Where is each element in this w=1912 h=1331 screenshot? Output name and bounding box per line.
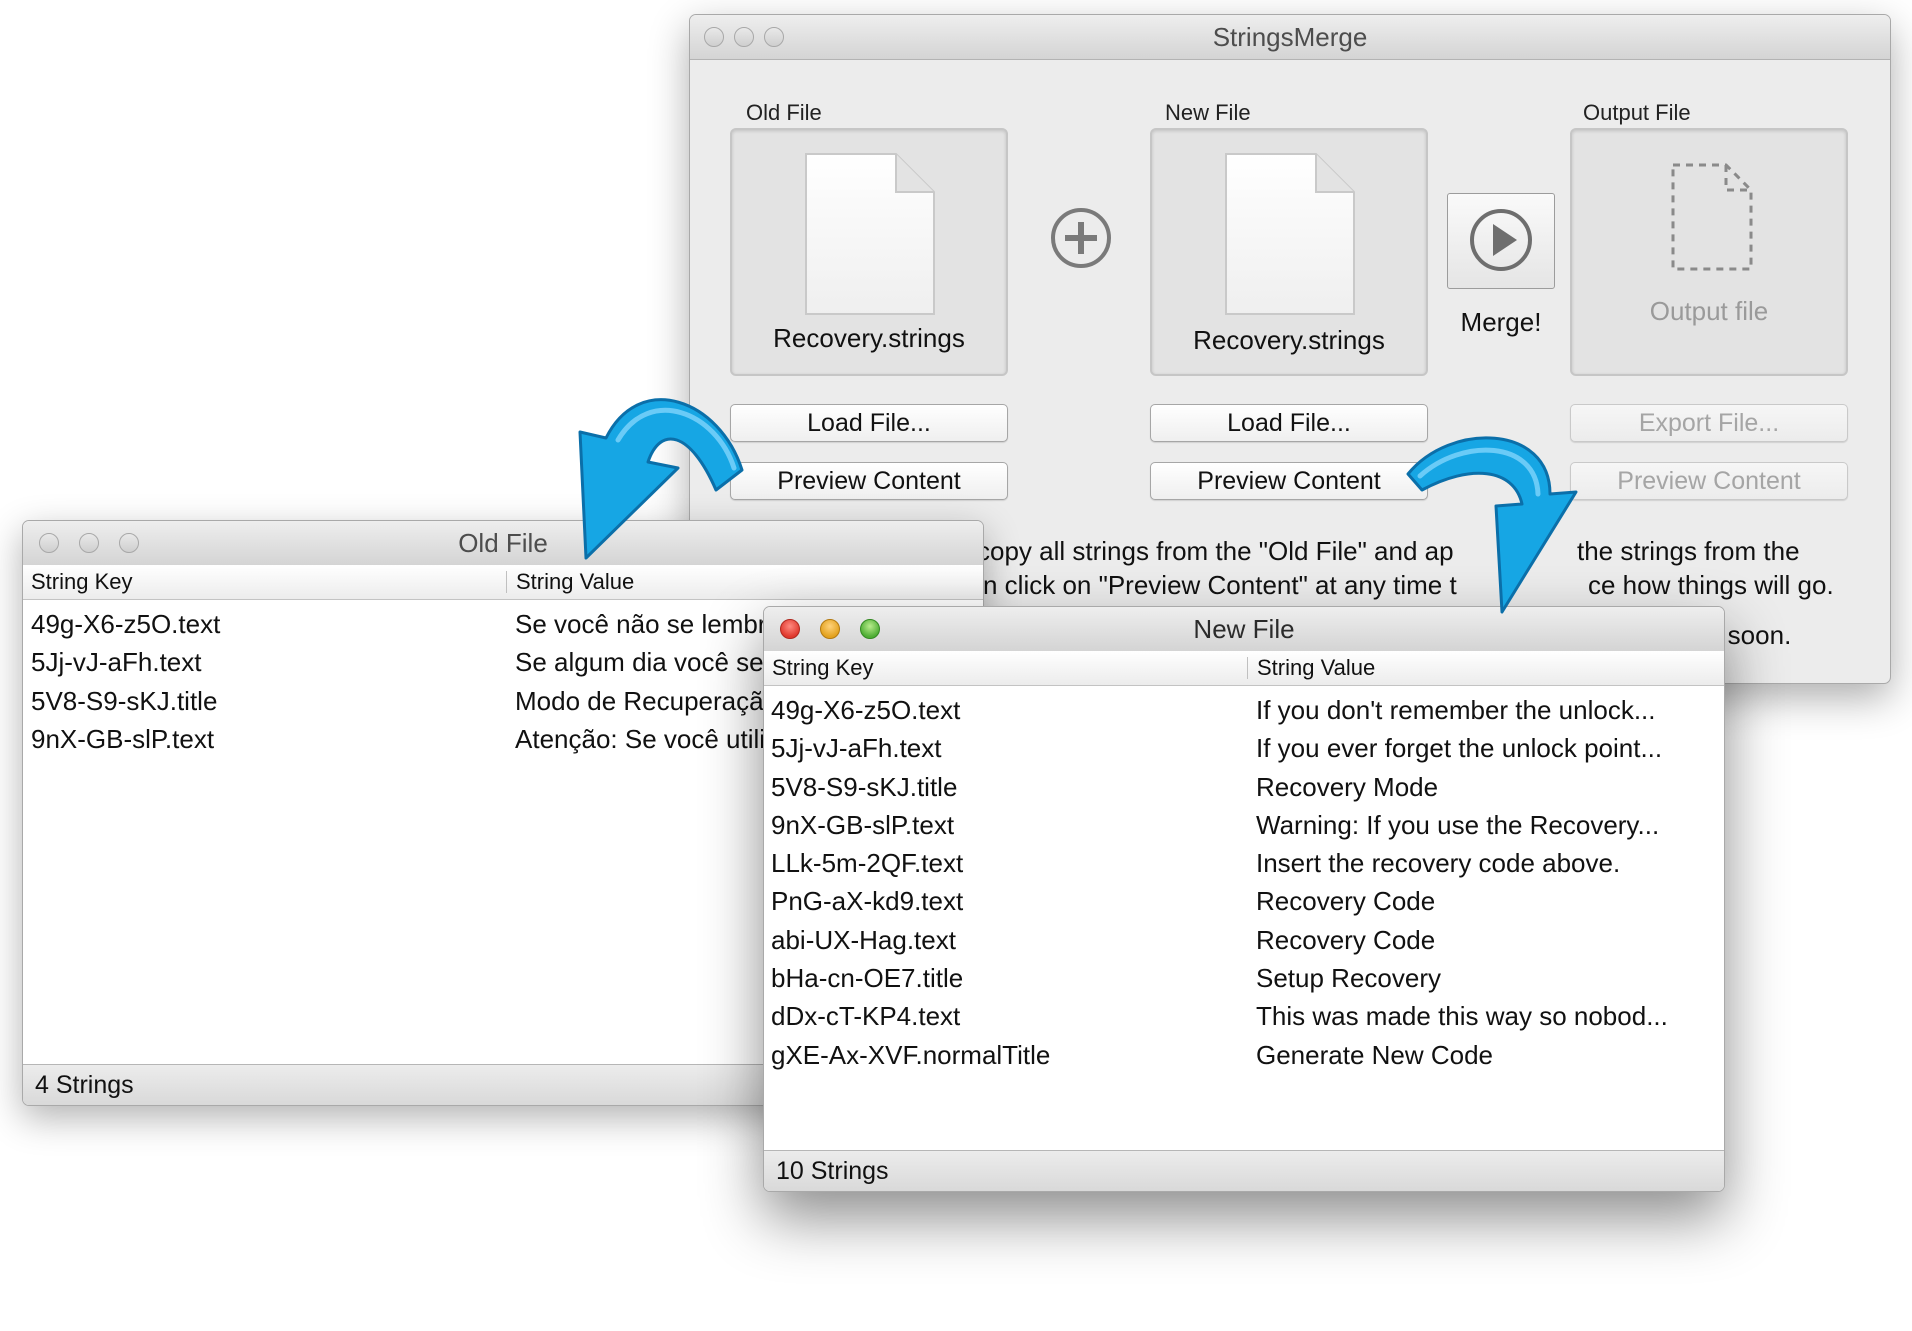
row-key: 9nX-GB-slP.text [31,723,215,754]
document-icon [1225,153,1355,315]
description-text: n click on "Preview Content" at any time… [983,570,1457,600]
window-title: Old File [458,528,548,558]
row-key: 9nX-GB-slP.text [771,809,955,840]
merge-button[interactable] [1447,193,1555,289]
row-value: This was made this way so nobod... [1256,1001,1668,1032]
row-value: Warning: If you use the Recovery... [1256,809,1660,840]
row-key: dDx-cT-KP4.text [771,1001,961,1032]
plus-icon [1051,208,1111,268]
output-preview-content-button[interactable]: Preview Content [1570,462,1848,500]
table-row[interactable]: 49g-X6-z5O.text If you don't remember the… [764,691,1724,729]
row-key: 5Jj-vJ-aFh.text [31,647,202,678]
row-key: 49g-X6-z5O.text [771,695,961,725]
titlebar: StringsMerge [690,15,1890,60]
row-value: Atenção: Se você utilizar [515,723,765,754]
merge-label: Merge! [1460,307,1542,337]
output-file-label: Output File [1583,100,1691,125]
row-value: If you ever forget the unlock point... [1256,733,1663,764]
column-separator[interactable] [1247,657,1248,679]
row-value: Se você não se lembrar [515,609,765,639]
table-header: String Key String Value [23,565,983,600]
document-icon [805,153,935,315]
table-row[interactable]: LLk-5m-2QF.text Insert the recovery code … [764,844,1724,882]
row-key: 5V8-S9-sKJ.title [31,685,218,716]
window-title: StringsMerge [1212,22,1368,52]
old-file-name: Recovery.strings [773,323,965,353]
row-key: 49g-X6-z5O.text [31,609,221,639]
table-row[interactable]: 9nX-GB-slP.text Warning: If you use the R… [764,806,1724,844]
new-preview-content-button[interactable]: Preview Content [1150,462,1428,500]
play-arrow-icon [1470,209,1532,271]
column-header-key[interactable]: String Key [31,565,133,599]
row-value: Recovery Code [1256,886,1436,917]
row-key: 5V8-S9-sKJ.title [771,771,958,802]
row-value: If you don't remember the unlock... [1256,695,1656,725]
output-file-well: Output file [1570,128,1848,376]
row-value: Recovery Code [1256,924,1436,955]
table-row[interactable]: dDx-cT-KP4.text This was made this way so… [764,997,1724,1035]
new-file-window: New File String Key String Value 49g-X6-… [763,606,1725,1192]
curved-arrow-icon [1406,436,1578,614]
strings-count: 10 Strings [764,1150,1724,1191]
row-key: 5Jj-vJ-aFh.text [771,733,942,764]
table-header: String Key String Value [764,651,1724,686]
output-file-placeholder: Output file [1649,296,1769,326]
row-value: Generate New Code [1256,1039,1494,1070]
table-row[interactable]: 5V8-S9-sKJ.title Recovery Mode [764,768,1724,806]
column-separator[interactable] [506,571,507,593]
row-key: PnG-aX-kd9.text [771,886,964,917]
description-text: ce how things will go. [1588,570,1834,600]
column-header-key[interactable]: String Key [772,651,874,685]
row-key: bHa-cn-OE7.title [771,963,964,994]
strings-table: 49g-X6-z5O.text If you don't remember the… [764,691,1724,1074]
table-row[interactable]: 5Jj-vJ-aFh.text If you ever forget the un… [764,729,1724,767]
row-value: Insert the recovery code above. [1256,848,1621,879]
row-key: gXE-Ax-XVF.normalTitle [771,1039,1051,1070]
table-row[interactable]: PnG-aX-kd9.text Recovery Code [764,882,1724,920]
titlebar: Old File [23,521,983,566]
old-file-drop-well[interactable]: Recovery.strings [730,128,1008,376]
row-key: abi-UX-Hag.text [771,924,956,955]
new-file-label: New File [1165,100,1251,125]
table-row[interactable]: gXE-Ax-XVF.normalTitle Generate New Code [764,1036,1724,1074]
row-value: Se algum dia você se esquecer [515,647,765,678]
table-row[interactable]: bHa-cn-OE7.title Setup Recovery [764,959,1724,997]
table-row[interactable]: abi-UX-Hag.text Recovery Code [764,921,1724,959]
row-value: Setup Recovery [1256,963,1441,994]
description-text: the strings from the [1577,536,1800,566]
new-file-drop-well[interactable]: Recovery.strings [1150,128,1428,376]
row-value: Modo de Recuperação [515,685,765,716]
new-load-file-button[interactable]: Load File... [1150,404,1428,442]
description-text: copy all strings from the "Old File" and… [977,536,1454,566]
row-value: Recovery Mode [1256,771,1439,802]
empty-document-icon [1671,163,1753,271]
column-header-value[interactable]: String Value [1257,651,1375,685]
row-key: LLk-5m-2QF.text [771,848,964,879]
old-file-label: Old File [746,100,822,125]
new-file-name: Recovery.strings [1193,325,1385,355]
export-file-button[interactable]: Export File... [1570,404,1848,442]
column-header-value[interactable]: String Value [516,565,634,599]
curved-arrow-icon [578,398,744,560]
